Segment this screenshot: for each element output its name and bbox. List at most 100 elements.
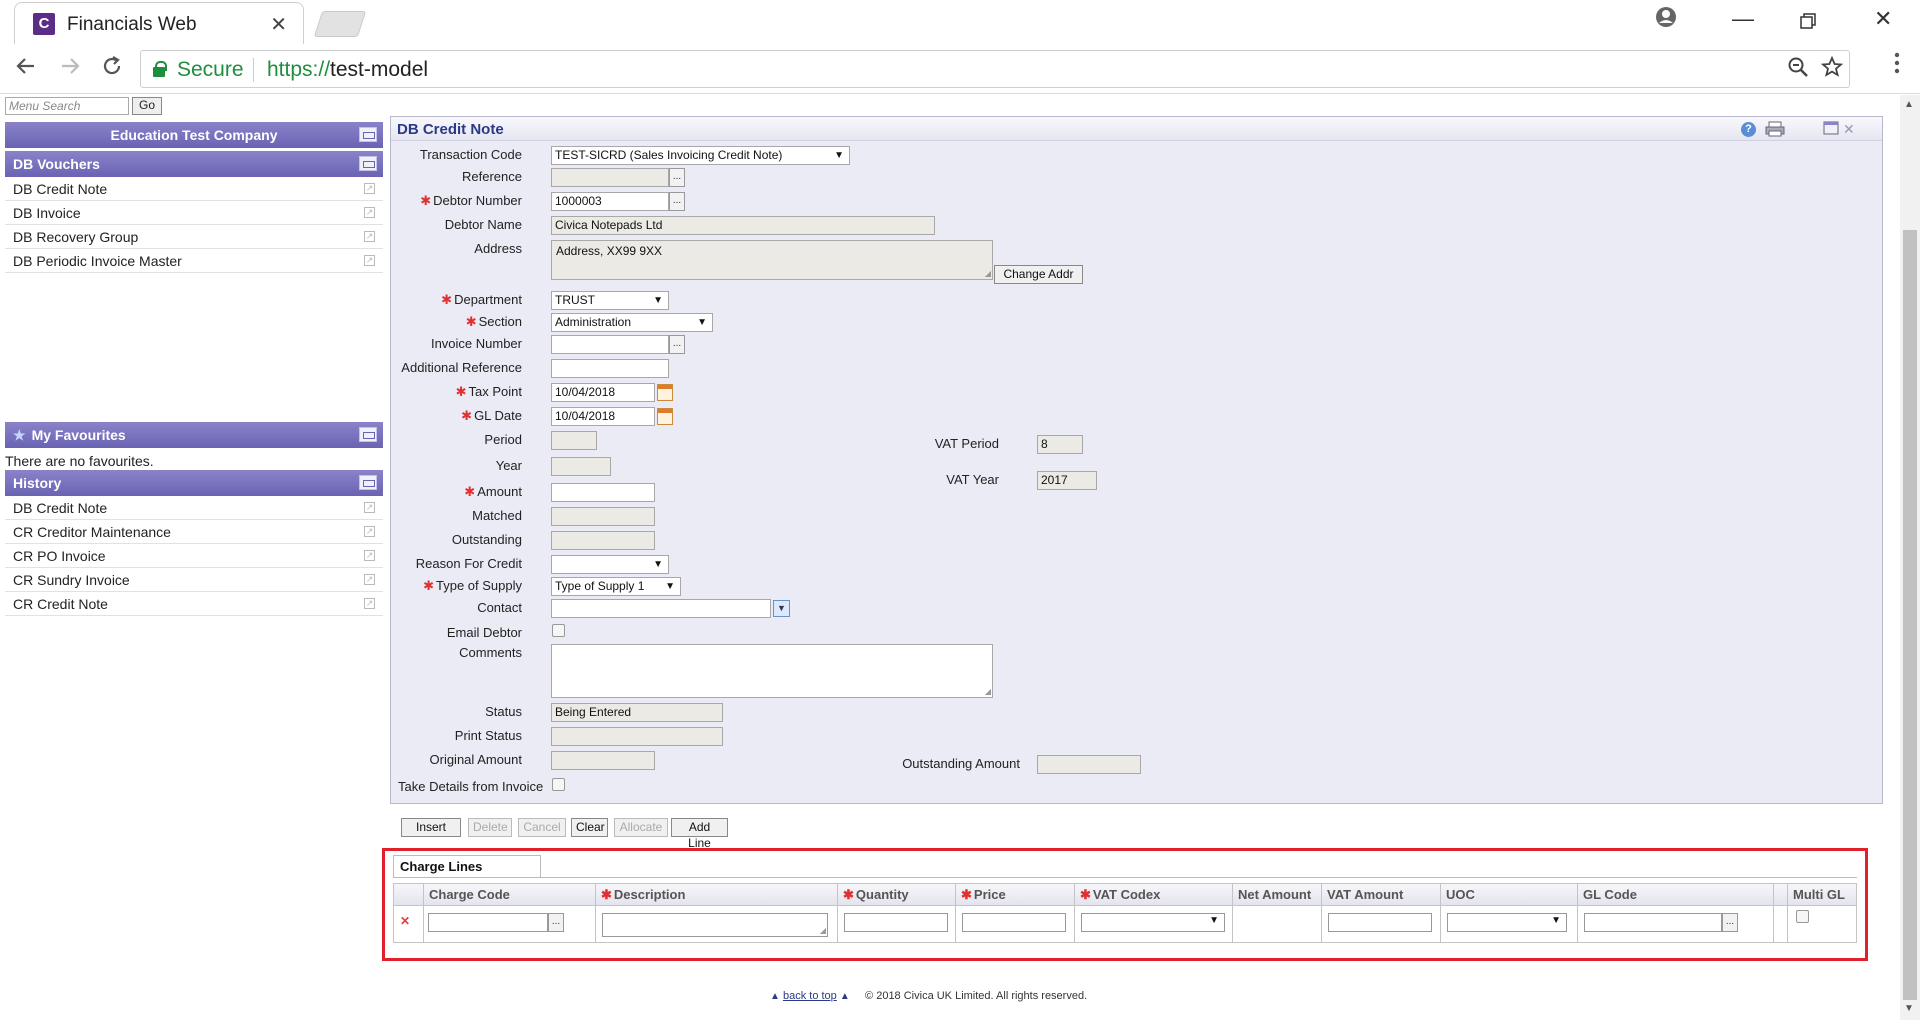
gl-date-field[interactable]: 10/04/2018	[551, 407, 655, 426]
restore-icon[interactable]	[1800, 9, 1816, 35]
debtor-lookup-button[interactable]: ...	[669, 192, 685, 211]
open-external-icon[interactable]: ↗	[364, 502, 375, 513]
amount-field[interactable]	[551, 483, 655, 502]
gl-date-label: ✱ GL Date	[461, 408, 522, 423]
cancel-button[interactable]: Cancel	[518, 818, 566, 837]
reason-for-credit-select[interactable]: ▼	[551, 555, 669, 574]
open-external-icon[interactable]: ↗	[364, 598, 375, 609]
gl-date-calendar-icon[interactable]	[657, 408, 673, 425]
scroll-up-arrow-icon[interactable]: ▲	[1904, 99, 1914, 110]
allocate-button[interactable]: Allocate	[614, 818, 668, 837]
transaction-code-select[interactable]: TEST-SICRD (Sales Invoicing Credit Note)…	[551, 146, 850, 165]
close-panel-icon[interactable]: ✕	[1843, 121, 1855, 138]
type-of-supply-select[interactable]: Type of Supply 1 ▼	[551, 577, 681, 596]
price-column: ✱ Price	[956, 884, 1075, 942]
open-external-icon[interactable]: ↗	[364, 207, 375, 218]
reference-lookup-button[interactable]: ...	[669, 168, 685, 187]
history-item-cr-po-invoice[interactable]: CR PO Invoice ↗	[5, 544, 383, 568]
history-item-cr-creditor-maintenance[interactable]: CR Creditor Maintenance ↗	[5, 520, 383, 544]
url-text[interactable]: https://test-model	[267, 58, 428, 82]
browser-tab[interactable]: C Financials Web ✕	[14, 2, 304, 44]
help-icon[interactable]: ?	[1741, 122, 1756, 137]
sidebar-item-db-credit-note[interactable]: DB Credit Note ↗	[5, 177, 383, 201]
open-external-icon[interactable]: ↗	[364, 255, 375, 266]
history-item-cr-sundry-invoice[interactable]: CR Sundry Invoice ↗	[5, 568, 383, 592]
take-details-checkbox[interactable]	[552, 778, 565, 791]
close-window-icon[interactable]: ✕	[1874, 6, 1892, 32]
print-status-label: Print Status	[454, 728, 522, 743]
multi-gl-checkbox[interactable]	[1796, 910, 1809, 923]
sidebar-item-db-recovery-group[interactable]: DB Recovery Group ↗	[5, 225, 383, 249]
invoice-number-field[interactable]	[551, 335, 669, 354]
sidebar-item-db-invoice[interactable]: DB Invoice ↗	[5, 201, 383, 225]
vat-codex-select[interactable]: ▼	[1081, 913, 1225, 932]
print-icon[interactable]	[1765, 121, 1785, 140]
charge-code-input[interactable]	[428, 913, 548, 932]
window-icon[interactable]	[359, 427, 377, 442]
profile-icon[interactable]	[1655, 6, 1677, 34]
menu-search-input[interactable]: Menu Search	[5, 97, 129, 115]
open-external-icon[interactable]: ↗	[364, 550, 375, 561]
change-address-button[interactable]: Change Addr	[994, 265, 1083, 284]
tab-charge-lines[interactable]: Charge Lines	[393, 855, 541, 877]
open-external-icon[interactable]: ↗	[364, 574, 375, 585]
vat-year-field: 2017	[1037, 471, 1097, 490]
window-icon[interactable]	[1823, 121, 1839, 138]
scrollbar-thumb[interactable]	[1903, 230, 1917, 1000]
open-external-icon[interactable]: ↗	[364, 526, 375, 537]
add-line-button[interactable]: Add Line	[671, 818, 728, 850]
price-header: ✱ Price	[956, 884, 1074, 906]
delete-button[interactable]: Delete	[468, 818, 512, 837]
gl-code-input[interactable]	[1584, 913, 1722, 932]
additional-reference-label: Additional Reference	[401, 360, 522, 375]
contact-lookup-icon[interactable]: ▼	[773, 600, 790, 617]
zoom-icon[interactable]	[1787, 56, 1809, 84]
history-item-cr-credit-note[interactable]: CR Credit Note ↗	[5, 592, 383, 616]
vat-amount-input[interactable]	[1328, 913, 1432, 932]
additional-reference-field[interactable]	[551, 359, 669, 378]
tab-close-icon[interactable]: ✕	[270, 12, 287, 37]
address-field: Address, XX99 9XX ◢	[551, 240, 993, 280]
menu-search-go-button[interactable]: Go	[132, 97, 162, 115]
window-icon[interactable]	[359, 127, 377, 142]
window-icon[interactable]	[359, 475, 377, 490]
uoc-select[interactable]: ▼	[1447, 913, 1567, 932]
browser-menu-icon[interactable]	[1894, 52, 1900, 81]
section-select[interactable]: Administration ▼	[551, 313, 713, 332]
sidebar-item-db-periodic-invoice-master[interactable]: DB Periodic Invoice Master ↗	[5, 249, 383, 273]
scroll-down-arrow-icon[interactable]: ▼	[1904, 1003, 1914, 1014]
open-external-icon[interactable]: ↗	[364, 231, 375, 242]
email-debtor-checkbox[interactable]	[552, 624, 565, 637]
insert-button[interactable]: Insert	[401, 818, 461, 837]
clear-button[interactable]: Clear	[571, 818, 608, 837]
gl-code-lookup-button[interactable]: ...	[1722, 913, 1738, 932]
department-select[interactable]: TRUST ▼	[551, 291, 669, 310]
reload-icon[interactable]	[100, 54, 124, 85]
address-bar[interactable]: Secure https://test-model	[140, 50, 1850, 88]
open-external-icon[interactable]: ↗	[364, 183, 375, 194]
back-arrow-icon[interactable]	[14, 54, 38, 85]
window-expand-icon[interactable]	[359, 156, 377, 171]
new-tab-button[interactable]	[313, 11, 367, 37]
invoice-lookup-button[interactable]: ...	[669, 335, 685, 354]
history-item-label: CR Credit Note	[13, 596, 108, 612]
tax-point-field[interactable]: 10/04/2018	[551, 383, 655, 402]
gl-code-column: GL Code ...	[1578, 884, 1774, 942]
quantity-input[interactable]	[844, 913, 948, 932]
back-to-top-link[interactable]: back to top	[783, 990, 837, 1002]
tax-point-calendar-icon[interactable]	[657, 384, 673, 401]
description-input[interactable]: ◢	[602, 913, 828, 937]
debtor-number-field[interactable]: 1000003	[551, 192, 669, 211]
page-scrollbar[interactable]: ▲ ▼	[1900, 95, 1920, 1020]
contact-field[interactable]	[551, 599, 771, 618]
minimize-icon[interactable]: —	[1732, 6, 1754, 32]
price-input[interactable]	[962, 913, 1066, 932]
forward-arrow-icon[interactable]	[58, 54, 82, 85]
charge-code-lookup-button[interactable]: ...	[548, 913, 564, 932]
comments-textarea[interactable]: ◢	[551, 644, 993, 698]
vat-period-label: VAT Period	[934, 436, 999, 451]
bookmark-star-icon[interactable]	[1820, 55, 1844, 84]
reference-field[interactable]	[551, 168, 669, 187]
delete-row-icon[interactable]: ✕	[400, 914, 410, 928]
history-item-db-credit-note[interactable]: DB Credit Note ↗	[5, 496, 383, 520]
